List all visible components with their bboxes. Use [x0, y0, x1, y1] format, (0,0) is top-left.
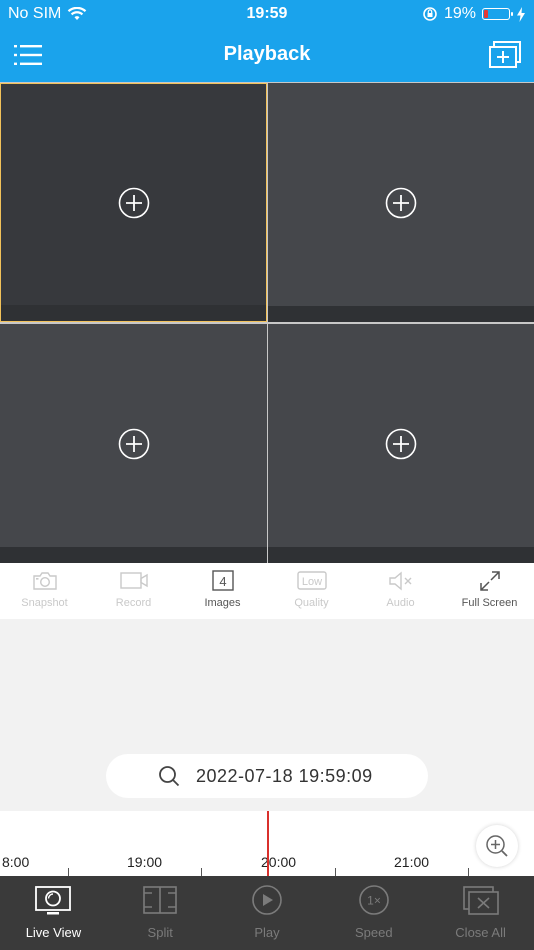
- video-icon: [119, 572, 148, 589]
- snapshot-button[interactable]: Snapshot: [0, 563, 89, 619]
- split-icon: [143, 886, 177, 914]
- datetime-search[interactable]: 2022-07-18 19:59:09: [106, 754, 428, 798]
- images-label: Images: [204, 597, 241, 609]
- window-footer: [0, 547, 267, 563]
- fullscreen-button[interactable]: Full Screen: [445, 563, 534, 619]
- speaker-mute-icon: [388, 571, 411, 591]
- record-button[interactable]: Record: [89, 563, 178, 619]
- add-channel-icon[interactable]: [384, 427, 418, 461]
- status-bar: No SIM 19:59 19%: [0, 0, 534, 28]
- audio-label: Audio: [386, 597, 415, 609]
- record-label: Record: [115, 597, 152, 609]
- tab-play-label: Play: [254, 925, 280, 940]
- zoom-button[interactable]: [476, 825, 518, 867]
- battery-icon: [482, 8, 513, 20]
- snapshot-label: Snapshot: [21, 597, 68, 609]
- quality-button[interactable]: Low Quality: [267, 563, 356, 619]
- tab-split[interactable]: Split: [107, 876, 214, 950]
- speed-icon: 1×: [358, 885, 389, 915]
- video-window-1[interactable]: [0, 83, 267, 322]
- video-window-3[interactable]: [0, 324, 267, 563]
- timeline-label: 19:00: [127, 854, 163, 870]
- playback-toolbar: Snapshot Record 4 Images Low Quality Aud…: [0, 563, 534, 619]
- add-channel-icon[interactable]: [384, 186, 418, 220]
- split-count-icon: 4: [211, 570, 234, 591]
- tab-live-view-label: Live View: [25, 925, 82, 940]
- close-all-icon: [462, 886, 499, 915]
- fullscreen-icon: [479, 571, 500, 591]
- tab-play[interactable]: Play: [214, 876, 321, 950]
- tab-speed-label: Speed: [354, 925, 393, 940]
- quality-icon: Low: [296, 571, 327, 590]
- timeline-tick: [468, 868, 469, 876]
- video-window-4[interactable]: [268, 324, 534, 563]
- video-grid: [0, 82, 534, 563]
- timeline-cursor[interactable]: [267, 811, 269, 876]
- tab-speed[interactable]: 1× Speed: [320, 876, 427, 950]
- timeline-label: 8:00: [2, 854, 30, 870]
- images-badge: 4: [219, 574, 226, 589]
- audio-button[interactable]: Audio: [356, 563, 445, 619]
- tab-close-all[interactable]: Close All: [427, 876, 534, 950]
- add-channel-icon[interactable]: [117, 186, 151, 220]
- camera-icon: [32, 572, 57, 590]
- timeline-tick: [68, 868, 69, 876]
- tab-split-label: Split: [147, 925, 173, 940]
- live-view-icon: [35, 886, 72, 915]
- video-window-2[interactable]: [268, 83, 534, 322]
- window-footer: [268, 547, 534, 563]
- orientation-lock-icon: [423, 7, 437, 21]
- tab-close-all-label: Close All: [455, 925, 506, 940]
- quality-label: Quality: [294, 597, 329, 609]
- timeline-tick: [201, 868, 202, 876]
- tab-bar: Live View Split Play 1× Speed Close All: [0, 876, 534, 950]
- charging-icon: [517, 6, 525, 22]
- images-button[interactable]: 4 Images: [178, 563, 267, 619]
- nav-bar: Playback: [0, 28, 534, 82]
- window-footer: [1, 305, 266, 321]
- speed-badge: 1×: [367, 894, 381, 908]
- window-footer: [268, 306, 534, 322]
- fullscreen-label: Full Screen: [461, 597, 518, 609]
- tab-live-view[interactable]: Live View: [0, 876, 107, 950]
- add-channel-icon[interactable]: [117, 427, 151, 461]
- battery-fill: [484, 10, 488, 18]
- quality-badge: Low: [301, 576, 321, 588]
- timeline-label: 21:00: [394, 854, 430, 870]
- status-right: 19%: [422, 5, 526, 23]
- search-icon: [159, 766, 180, 787]
- add-window-icon[interactable]: [488, 40, 522, 70]
- timeline-tick: [335, 868, 336, 876]
- battery-percent: 19%: [443, 5, 476, 22]
- play-icon: [252, 885, 282, 915]
- zoom-in-icon: [486, 835, 508, 857]
- page-title: Playback: [223, 43, 311, 65]
- timeline[interactable]: 8:00 19:00 20:00 21:00: [0, 811, 534, 876]
- datetime-value: 2022-07-18 19:59:09: [196, 766, 373, 786]
